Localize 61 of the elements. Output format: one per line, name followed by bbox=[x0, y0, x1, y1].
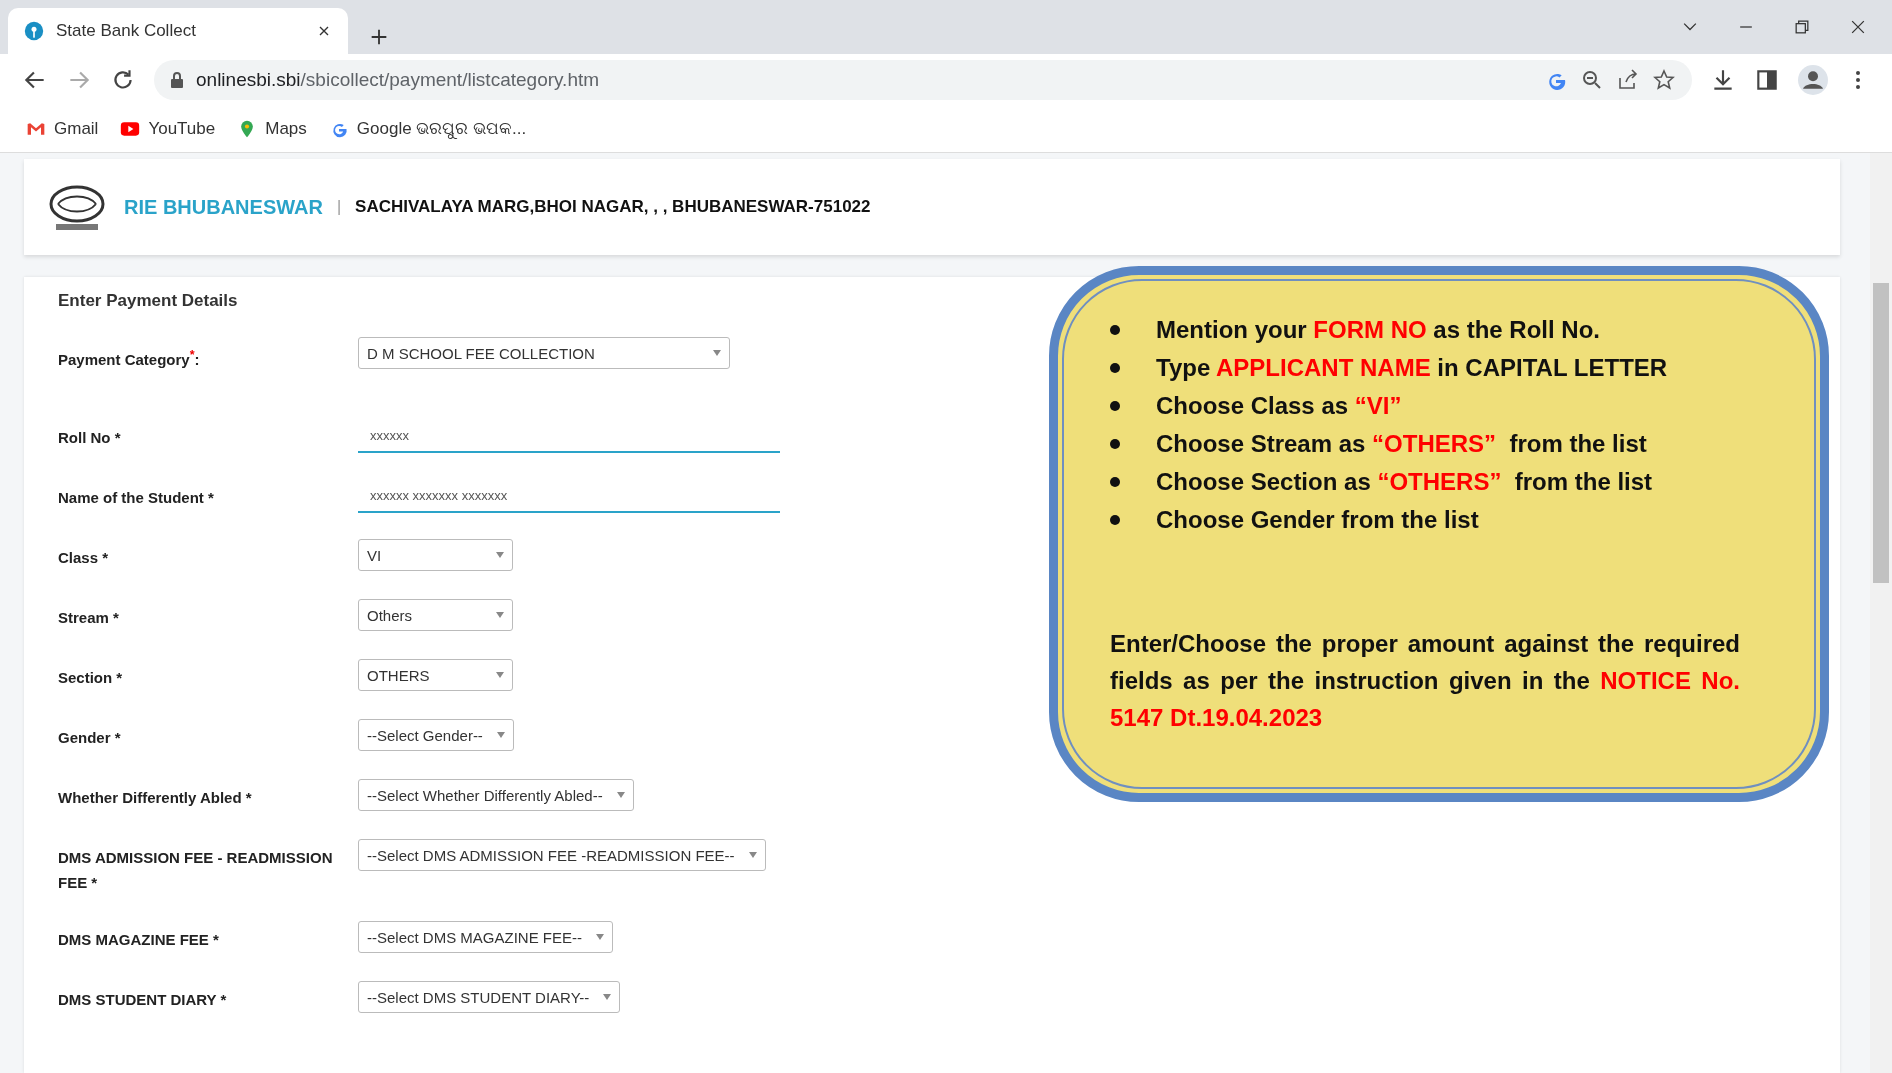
caret-icon bbox=[603, 994, 612, 1000]
caret-icon bbox=[596, 934, 605, 940]
field-label: DMS STUDENT DIARY * bbox=[58, 990, 228, 1010]
youtube-icon bbox=[120, 119, 141, 139]
bookmark[interactable]: Maps bbox=[237, 119, 307, 139]
scrollbar[interactable] bbox=[1870, 153, 1892, 1073]
field-label: Payment Category$^{*}$: bbox=[58, 347, 201, 370]
star-icon[interactable] bbox=[1652, 68, 1676, 92]
caret-icon bbox=[713, 350, 721, 356]
instruction-text: Choose Stream as “OTHERS” from the list bbox=[1156, 429, 1647, 459]
instruction-text: Mention your FORM NO as the Roll No. bbox=[1156, 315, 1600, 345]
side-panel-icon[interactable] bbox=[1754, 67, 1780, 93]
bullet-icon bbox=[1110, 515, 1120, 525]
dropdown[interactable]: --Select DMS ADMISSION FEE -READMISSION FEE-- bbox=[358, 839, 766, 871]
caret-icon bbox=[496, 732, 505, 738]
caret-icon bbox=[496, 552, 504, 558]
field-label: Whether Differently Abled * bbox=[58, 788, 253, 808]
bank-logo-icon bbox=[24, 21, 44, 41]
dropdown[interactable]: --Select DMS MAGAZINE FEE-- bbox=[358, 921, 614, 953]
bookmark[interactable]: YouTube bbox=[120, 119, 216, 139]
dropdown[interactable]: OTHERS bbox=[358, 659, 513, 691]
dropdown[interactable]: Others bbox=[358, 599, 513, 631]
browser-tab[interactable]: State Bank Collect bbox=[8, 8, 348, 54]
share-icon[interactable] bbox=[1616, 68, 1640, 92]
form-title: Enter Payment Details bbox=[58, 291, 238, 311]
field-label: DMS MAGAZINE FEE * bbox=[58, 930, 220, 950]
tab-title: State Bank Collect bbox=[56, 21, 197, 41]
field-label: Stream * bbox=[58, 608, 120, 628]
instruction-text: Type APPLICANT NAME in CAPITAL LETTER bbox=[1156, 353, 1668, 383]
caret-icon bbox=[748, 852, 757, 858]
dropdown[interactable]: D M SCHOOL FEE COLLECTION bbox=[358, 337, 730, 369]
dropdown[interactable]: VI bbox=[358, 539, 513, 571]
separator: | bbox=[336, 198, 342, 216]
address-bar[interactable]: onlinesbi.sbi/sbicollect/payment/listcategory.htm bbox=[154, 60, 1692, 100]
bookmark[interactable]: Google ଭରପୁର ଭପକ... bbox=[328, 119, 527, 139]
institute-name: RIE BHUBANESWAR bbox=[124, 195, 323, 219]
field-label: Roll No * bbox=[58, 428, 122, 448]
instruction-text: Choose Class as “VI” bbox=[1156, 391, 1402, 421]
dropdown[interactable]: --Select Gender-- bbox=[358, 719, 514, 751]
notice-paragraph: Enter/Choose the proper amount against the required fields as per the instruction given in the NOTICE No. 5147 Dt.19.04.2023 bbox=[1110, 629, 1740, 733]
caret-icon bbox=[616, 792, 625, 798]
instruction-text: Choose Section as “OTHERS” from the list bbox=[1156, 467, 1653, 497]
institute-address: SACHIVALAYA MARG,BHOI NAGAR, , , BHUBANESWAR-751022 bbox=[355, 197, 871, 217]
field-label: DMS ADMISSION FEE - READMISSION FEE * bbox=[58, 848, 334, 893]
bullet-icon bbox=[1110, 401, 1120, 411]
field-label: Section * bbox=[58, 668, 124, 688]
dropdown[interactable]: --Select DMS STUDENT DIARY-- bbox=[358, 981, 621, 1013]
bullet-icon bbox=[1110, 363, 1120, 373]
caret-icon bbox=[496, 672, 504, 678]
bullet-icon bbox=[1110, 325, 1120, 335]
profile-icon[interactable] bbox=[1798, 65, 1828, 95]
dropdown[interactable]: --Select Whether Differently Abled-- bbox=[358, 779, 634, 811]
field-label: Class * bbox=[58, 548, 110, 568]
bullet-icon bbox=[1110, 439, 1120, 449]
field-label: Name of the Student * bbox=[58, 488, 215, 508]
instruction-text: Choose Gender from the list bbox=[1156, 505, 1479, 535]
bullet-icon bbox=[1110, 477, 1120, 487]
caret-icon bbox=[496, 612, 504, 618]
lock-icon bbox=[170, 72, 184, 88]
field-label: Gender * bbox=[58, 728, 122, 748]
bookmark[interactable]: Gmail bbox=[26, 119, 99, 139]
